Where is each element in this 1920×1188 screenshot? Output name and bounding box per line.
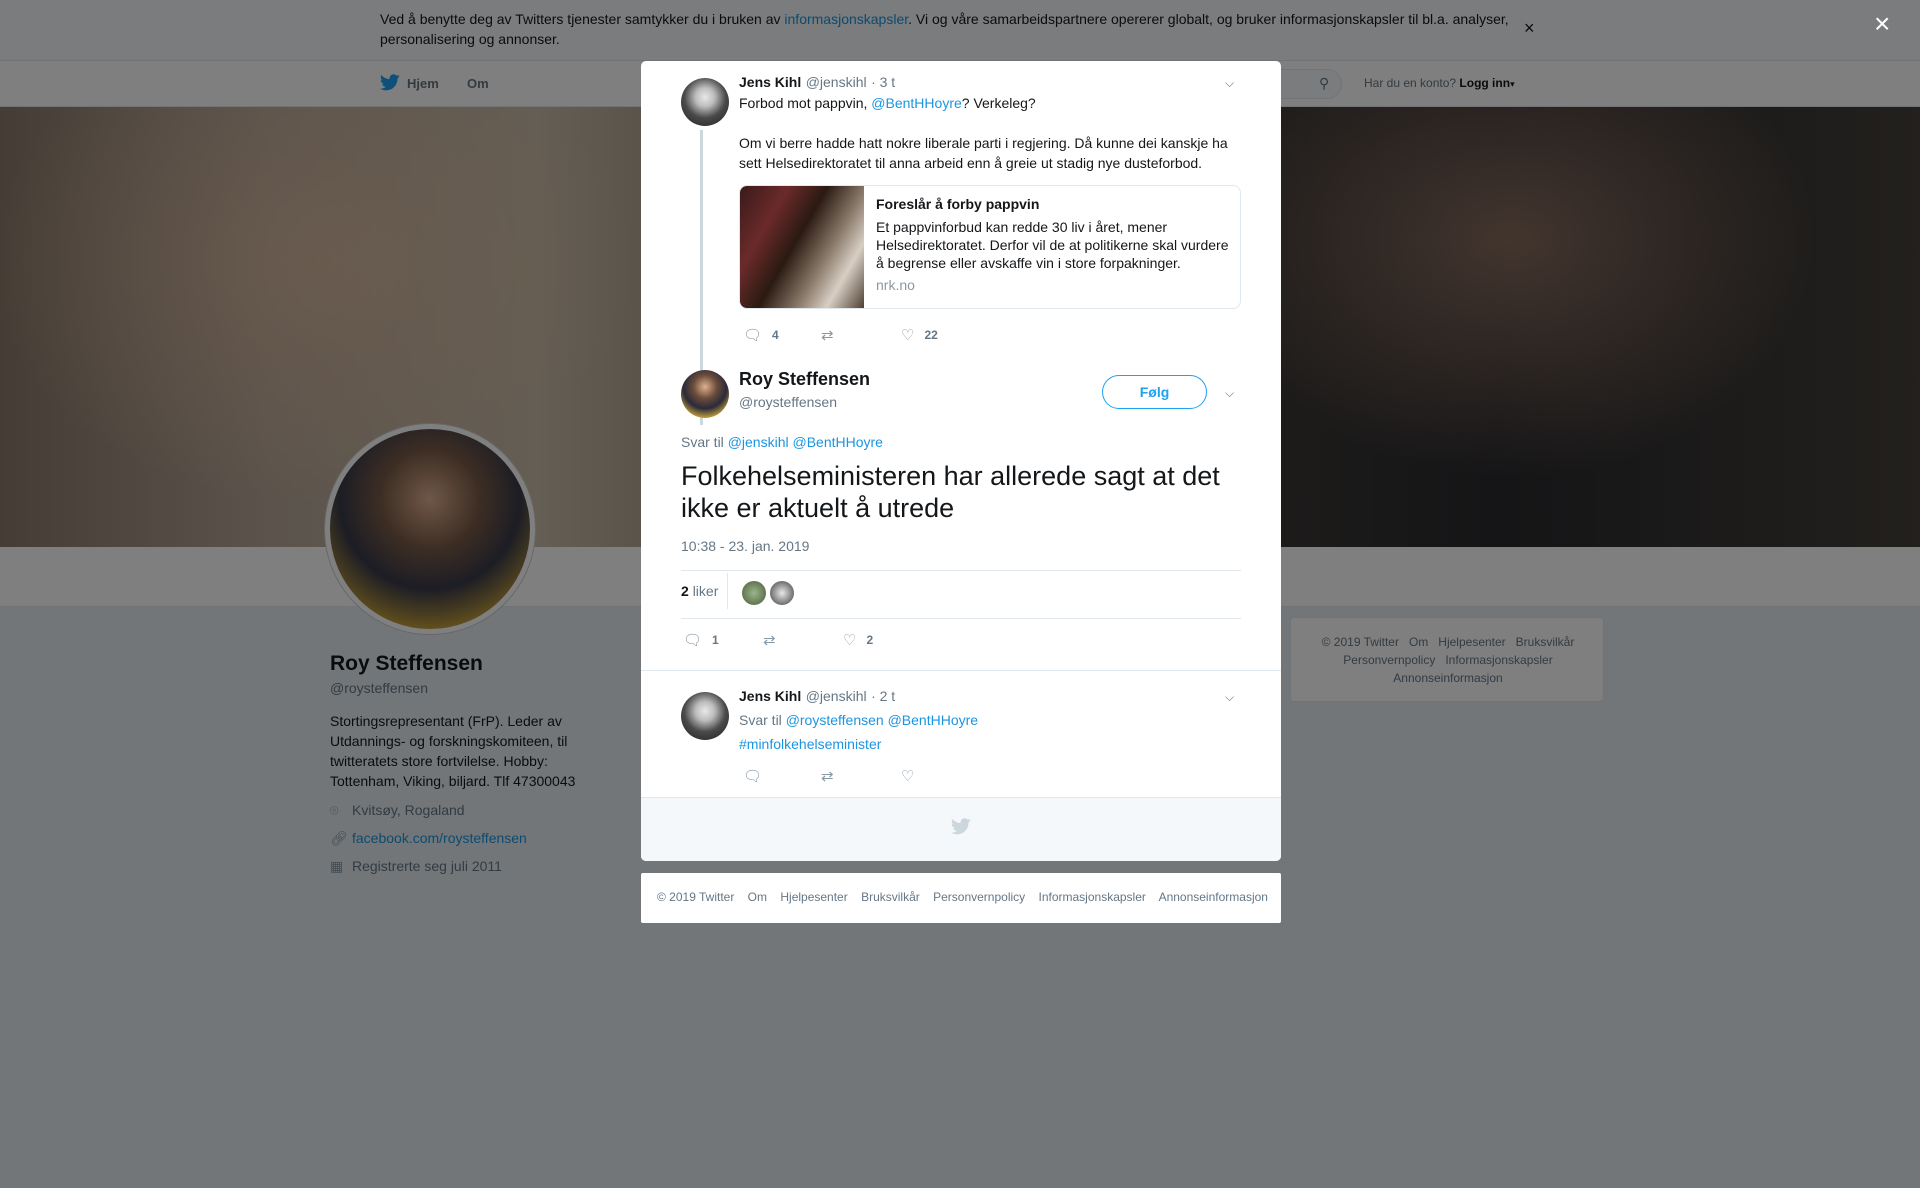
chevron-down-icon[interactable]: ⌵ — [1225, 76, 1234, 91]
twitter-bird-icon — [950, 818, 971, 841]
link-preview-card[interactable]: Foreslår å forby pappvin Et pappvinforbu… — [739, 185, 1241, 309]
retweet-icon: ⇄ — [763, 632, 776, 649]
parent-like-action[interactable]: ♡ 22 — [901, 326, 938, 344]
parent-reply-action[interactable]: 🗨︎ 4 — [743, 326, 779, 344]
main-tweet-reply-to: Svar til @jenskihl @BentHHoyre — [681, 434, 883, 450]
main-like-action[interactable]: ♡ 2 — [843, 631, 873, 649]
jens-kihl-avatar[interactable] — [681, 692, 729, 740]
reply-icon: 🗨︎ — [743, 327, 763, 344]
parent-tweet-time[interactable]: · 3 t — [871, 74, 895, 90]
follow-button[interactable]: Følg — [1102, 375, 1207, 409]
liker-avatar[interactable] — [770, 581, 794, 605]
footer-link-about[interactable]: Om — [748, 890, 767, 904]
heart-icon: ♡ — [843, 632, 857, 649]
parent-tweet-author-handle[interactable]: @jenskihl — [806, 74, 867, 90]
divider — [681, 618, 1241, 619]
footer-link-terms[interactable]: Bruksvilkår — [861, 890, 920, 904]
roy-steffensen-avatar[interactable] — [681, 370, 729, 418]
liker-avatar[interactable] — [742, 581, 766, 605]
reply-tweet-author-name[interactable]: Jens Kihl — [739, 688, 801, 704]
modal-footer: © 2019 Twitter Om Hjelpesenter Bruksvilk… — [641, 873, 1281, 923]
main-tweet-author-name[interactable]: Roy Steffensen — [739, 369, 870, 390]
close-icon[interactable]: × — [1874, 10, 1890, 38]
reply-reply-action[interactable]: 🗨︎ — [743, 767, 762, 785]
footer-copyright: © 2019 Twitter — [657, 890, 735, 904]
reply-retweet-action[interactable]: ⇄ — [821, 767, 834, 785]
mention-link[interactable]: @BentHHoyre — [871, 95, 961, 111]
modal-bottom-bar — [641, 797, 1281, 861]
main-tweet-timestamp[interactable]: 10:38 - 23. jan. 2019 — [681, 538, 809, 554]
divider — [641, 670, 1281, 671]
heart-icon: ♡ — [901, 768, 915, 785]
reply-icon: 🗨︎ — [683, 632, 703, 649]
link-preview-domain: nrk.no — [876, 277, 915, 293]
heart-icon: ♡ — [901, 327, 915, 344]
link-preview-image — [740, 186, 864, 308]
main-tweet-text: Folkehelseministeren har allerede sagt a… — [681, 461, 1220, 523]
chevron-down-icon[interactable]: ⌵ — [1225, 690, 1234, 705]
reply-to-mentions[interactable]: @jenskihl @BentHHoyre — [728, 434, 883, 450]
jens-kihl-avatar[interactable] — [681, 78, 729, 126]
divider — [681, 570, 1241, 571]
reply-to-mentions[interactable]: @roysteffensen @BentHHoyre — [786, 712, 978, 728]
main-reply-action[interactable]: 🗨︎ 1 — [683, 631, 719, 649]
hashtag-link[interactable]: #minfolkehelseminister — [739, 736, 881, 752]
reply-tweet-header: Jens Kihl @jenskihl · 2 t — [739, 688, 895, 706]
link-preview-title: Foreslår å forby pappvin — [876, 196, 1040, 212]
reply-icon: 🗨︎ — [743, 768, 763, 785]
main-retweet-action[interactable]: ⇄ — [763, 631, 786, 649]
main-tweet-author-handle[interactable]: @roysteffensen — [739, 394, 837, 410]
reply-tweet-author-handle[interactable]: @jenskihl — [806, 688, 867, 704]
footer-link-ads-info[interactable]: Annonseinformasjon — [1159, 890, 1268, 904]
likes-summary[interactable]: 2 liker — [681, 583, 718, 599]
chevron-down-icon[interactable]: ⌵ — [1225, 386, 1234, 401]
retweet-icon: ⇄ — [821, 327, 834, 344]
reply-like-action[interactable]: ♡ — [901, 767, 914, 785]
parent-tweet-paragraph: Om vi berre hadde hatt nokre liberale pa… — [739, 135, 1228, 171]
link-preview-description: Et pappvinforbud kan redde 30 liv i året… — [876, 219, 1229, 271]
reply-tweet-reply-to: Svar til @roysteffensen @BentHHoyre — [739, 712, 979, 728]
parent-tweet-text: Forbod mot pappvin, @BentHHoyre? Verkele… — [739, 95, 1036, 111]
tweet-modal: Jens Kihl @jenskihl · 3 t ⌵ Forbod mot p… — [641, 61, 1281, 861]
footer-link-cookies[interactable]: Informasjonskapsler — [1039, 890, 1146, 904]
parent-tweet-header: Jens Kihl @jenskihl · 3 t — [739, 74, 895, 92]
footer-link-privacy[interactable]: Personvernpolicy — [933, 890, 1025, 904]
retweet-icon: ⇄ — [821, 768, 834, 785]
reply-tweet-time[interactable]: · 2 t — [871, 688, 895, 704]
footer-link-help[interactable]: Hjelpesenter — [780, 890, 847, 904]
parent-tweet-author-name[interactable]: Jens Kihl — [739, 74, 801, 90]
parent-retweet-action[interactable]: ⇄ — [821, 326, 844, 344]
